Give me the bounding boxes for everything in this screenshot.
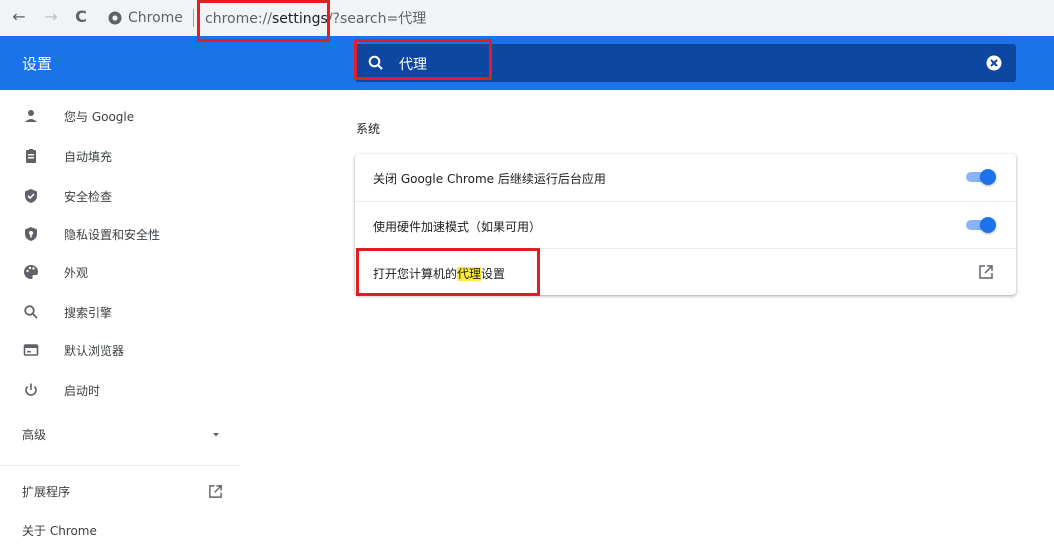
setting-label: 打开您计算机的代理设置 <box>373 265 505 282</box>
sidebar-divider <box>0 465 240 466</box>
url-host: settings <box>272 11 328 27</box>
search-icon <box>24 305 38 319</box>
sidebar-item-label: 搜索引擎 <box>64 305 113 320</box>
clear-search-icon[interactable] <box>986 55 1002 71</box>
search-icon <box>368 55 383 70</box>
privacy-shield-icon <box>25 227 37 241</box>
sidebar-item-label: 启动时 <box>64 383 101 398</box>
sidebar-item-label: 安全检查 <box>64 189 113 204</box>
back-button[interactable]: ← <box>8 6 30 28</box>
sidebar-item-autofill[interactable]: 自动填充 <box>0 138 240 174</box>
sidebar-item-you-and-google[interactable]: 您与 Google <box>0 98 240 134</box>
palette-icon <box>24 265 38 279</box>
sidebar-item-advanced[interactable]: 高级 <box>0 416 240 452</box>
sidebar-item-label: 隐私设置和安全性 <box>64 227 161 242</box>
browser-icon <box>23 344 39 356</box>
chrome-logo-icon <box>108 11 122 25</box>
sidebar-item-privacy[interactable]: 隐私设置和安全性 <box>0 216 240 252</box>
label-after: 设置 <box>481 267 506 281</box>
url-path: /?search=代理 <box>327 11 427 27</box>
extensions-label: 扩展程序 <box>22 484 71 499</box>
setting-row-proxy-settings[interactable]: 打开您计算机的代理设置 <box>355 248 1016 295</box>
shield-check-icon <box>25 189 37 203</box>
sidebar-item-label: 您与 Google <box>64 109 135 124</box>
setting-label: 关闭 Google Chrome 后继续运行后台应用 <box>373 172 606 186</box>
power-icon <box>25 383 37 396</box>
sidebar-item-safety-check[interactable]: 安全检查 <box>0 178 240 214</box>
label-before: 打开您计算机的 <box>373 267 458 281</box>
open-in-new-icon[interactable] <box>978 264 994 280</box>
system-settings-card: 关闭 Google Chrome 后继续运行后台应用 使用硬件加速模式（如果可用… <box>355 154 1016 295</box>
sidebar-item-label: 自动填充 <box>64 149 113 164</box>
address-bar[interactable]: chrome://settings/?search=代理 <box>205 8 426 28</box>
sidebar-item-on-startup[interactable]: 启动时 <box>0 372 240 408</box>
search-highlight: 代理 <box>457 267 482 281</box>
chevron-down-icon <box>213 433 219 437</box>
settings-search-box[interactable]: 代理 <box>355 44 1016 82</box>
sidebar-item-about-chrome[interactable]: 关于 Chrome <box>0 512 240 548</box>
setting-row-background-apps[interactable]: 关闭 Google Chrome 后继续运行后台应用 <box>355 154 1016 201</box>
toggle-knob <box>980 217 996 233</box>
background-apps-toggle[interactable] <box>966 169 996 185</box>
about-label: 关于 Chrome <box>22 523 97 538</box>
sidebar-item-label: 外观 <box>64 265 89 280</box>
toggle-knob <box>980 169 996 185</box>
settings-sidebar: 您与 Google 自动填充 安全检查 隐私设置和安全性 外观 搜索引擎 默认浏… <box>0 90 240 545</box>
sidebar-item-extensions[interactable]: 扩展程序 <box>0 473 240 509</box>
site-chip-label: Chrome <box>128 10 183 26</box>
open-in-new-icon <box>209 484 222 498</box>
advanced-label: 高级 <box>22 427 47 442</box>
setting-row-hardware-acceleration[interactable]: 使用硬件加速模式（如果可用） <box>355 201 1016 248</box>
chip-separator <box>192 9 194 27</box>
setting-label: 使用硬件加速模式（如果可用） <box>373 220 542 234</box>
sidebar-item-default-browser[interactable]: 默认浏览器 <box>0 332 240 368</box>
section-title-system: 系统 <box>356 122 381 136</box>
page-title: 设置 <box>22 55 53 73</box>
reload-button[interactable]: C <box>70 6 92 28</box>
sidebar-item-appearance[interactable]: 外观 <box>0 254 240 290</box>
url-prefix: chrome:// <box>205 11 272 27</box>
person-icon <box>25 110 37 122</box>
site-info-chip[interactable]: Chrome <box>108 6 194 30</box>
forward-button[interactable]: → <box>40 6 62 28</box>
search-input[interactable]: 代理 <box>399 54 427 74</box>
hardware-acceleration-toggle[interactable] <box>966 217 996 233</box>
clipboard-icon <box>26 149 36 163</box>
browser-toolbar: ← → C Chrome chrome://settings/?search=代… <box>0 0 1054 36</box>
sidebar-item-label: 默认浏览器 <box>64 343 125 358</box>
sidebar-item-search-engine[interactable]: 搜索引擎 <box>0 294 240 330</box>
